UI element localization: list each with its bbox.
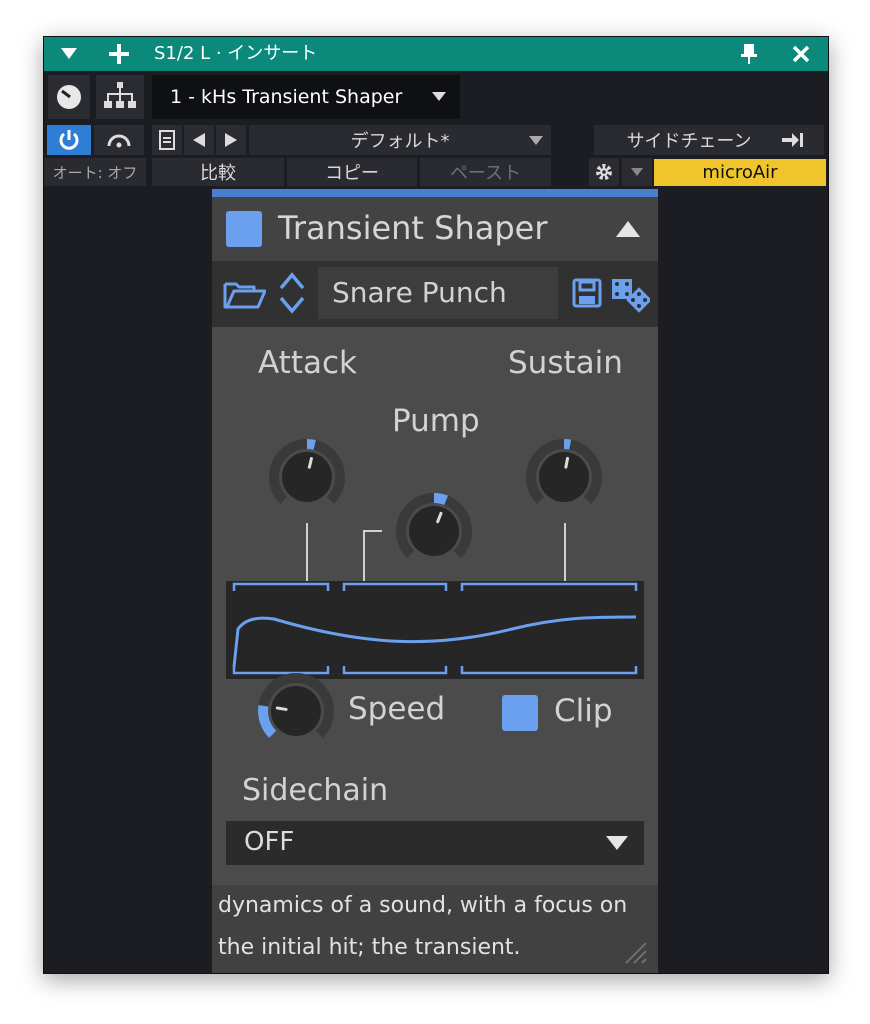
add-icon[interactable]: [104, 37, 134, 71]
power-button[interactable]: [47, 125, 91, 155]
speed-knob[interactable]: [256, 671, 336, 751]
headphone-arc-icon: [107, 134, 131, 148]
envelope-display: [226, 523, 644, 679]
sidechain-arrow-icon: [782, 133, 803, 147]
dropdown-arrow-icon: [432, 92, 446, 101]
copy-button[interactable]: コピー: [287, 158, 417, 186]
paste-button[interactable]: ペースト: [420, 158, 551, 186]
dropdown-arrow-icon: [529, 136, 543, 145]
clip-checkbox[interactable]: [502, 695, 538, 731]
close-icon[interactable]: [784, 37, 818, 71]
sidechain-select[interactable]: OFF: [226, 821, 644, 865]
plugin-window: S1/2 L · インサート 1 - kHs Transient Shaper …: [43, 36, 829, 974]
gear-icon[interactable]: [589, 158, 619, 186]
collapse-up-icon[interactable]: [616, 221, 640, 237]
plugin-color-swatch[interactable]: [226, 211, 262, 247]
resize-grip-icon[interactable]: [620, 937, 648, 965]
prev-preset-icon[interactable]: [184, 125, 214, 155]
device-label[interactable]: microAir: [654, 159, 826, 186]
automation-status[interactable]: オート: オフ: [44, 158, 146, 186]
plugin-name: 1 - kHs Transient Shaper: [170, 86, 403, 108]
dice-icon[interactable]: [610, 277, 650, 317]
folder-open-icon[interactable]: [222, 278, 266, 310]
accent-line: [212, 189, 658, 197]
bypass-button[interactable]: [94, 125, 144, 155]
power-icon: [59, 130, 79, 150]
collapse-arrow-icon[interactable]: [54, 37, 84, 71]
routing-tree-icon[interactable]: [96, 75, 144, 119]
pump-label: Pump: [392, 403, 480, 439]
preset-name-text: Snare Punch: [332, 276, 507, 309]
dropdown-arrow-icon: [606, 836, 628, 850]
plugin-header: Transient Shaper: [212, 197, 658, 261]
speed-label: Speed: [348, 691, 446, 727]
routing-knob-icon[interactable]: [48, 75, 90, 119]
window-title: S1/2 L · インサート: [154, 43, 318, 64]
sidechain-section-label: Sidechain: [242, 773, 389, 808]
info-line-2: the initial hit; the transient.: [218, 935, 521, 960]
plugin-selector[interactable]: 1 - kHs Transient Shaper: [152, 75, 460, 119]
preset-dropdown[interactable]: デフォルト*: [249, 125, 551, 155]
sidechain-button[interactable]: サイドチェーン: [594, 125, 824, 155]
preset-name: デフォルト*: [350, 131, 450, 152]
info-line-1: dynamics of a sound, with a focus on: [218, 893, 628, 918]
sidechain-select-value: OFF: [244, 827, 295, 857]
transient-shaper-panel: Transient Shaper Snare Punch Attack Sust…: [212, 189, 658, 973]
save-icon[interactable]: [572, 278, 602, 308]
title-bar: S1/2 L · インサート: [44, 37, 828, 71]
sustain-label: Sustain: [508, 345, 623, 381]
compare-button[interactable]: 比較: [152, 158, 284, 186]
preset-updown-icon[interactable]: [278, 271, 306, 315]
preset-bar: Snare Punch: [212, 261, 658, 327]
preset-name-field[interactable]: Snare Punch: [318, 267, 558, 319]
settings-dropdown-icon[interactable]: [622, 158, 652, 186]
pin-icon[interactable]: [734, 37, 764, 71]
attack-label: Attack: [258, 345, 357, 381]
preset-list-icon[interactable]: [152, 125, 182, 155]
clip-label: Clip: [554, 693, 613, 729]
info-text: dynamics of a sound, with a focus on the…: [212, 885, 658, 973]
attack-knob[interactable]: [267, 437, 347, 517]
plugin-title: Transient Shaper: [278, 209, 548, 247]
sidechain-label: サイドチェーン: [626, 131, 752, 152]
next-preset-icon[interactable]: [216, 125, 246, 155]
sustain-knob[interactable]: [524, 437, 604, 517]
